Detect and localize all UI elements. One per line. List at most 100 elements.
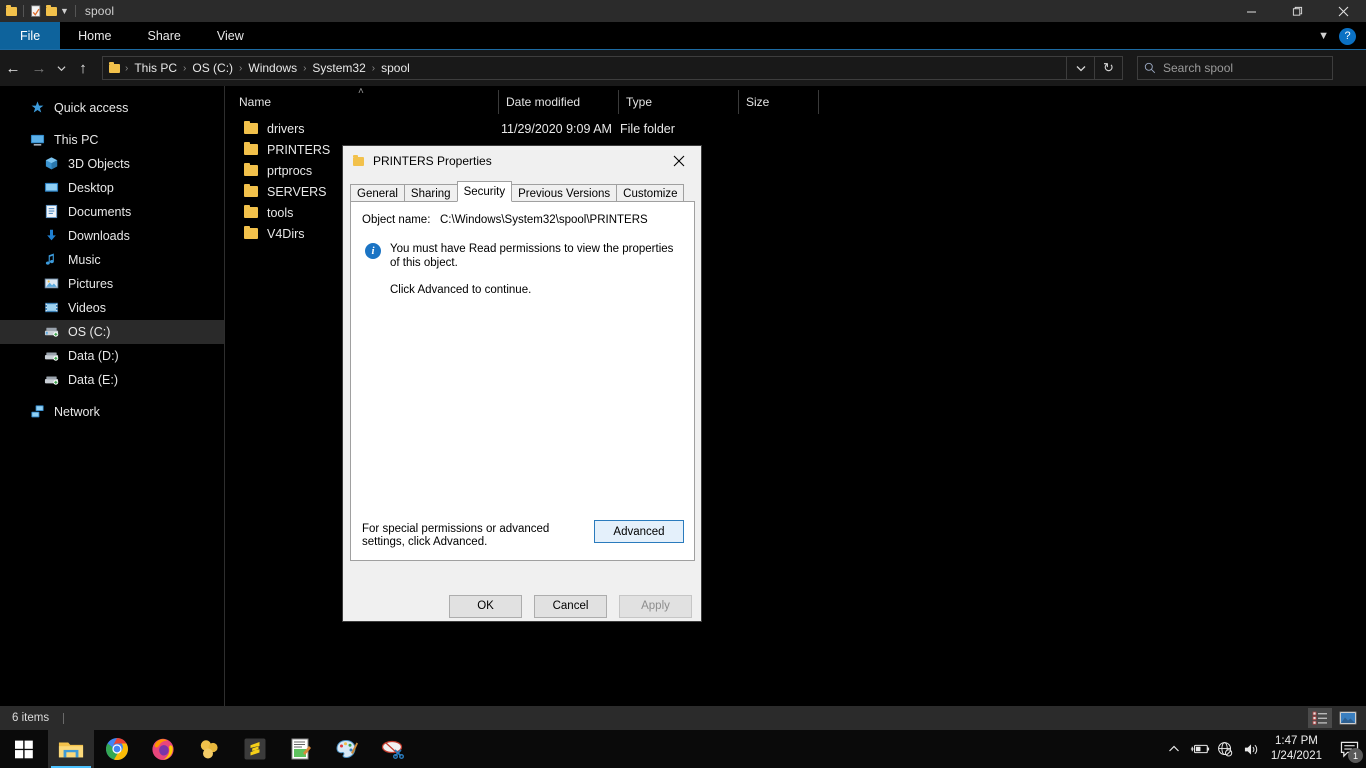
sidebar-item-data-e[interactable]: Data (E:)	[0, 368, 224, 392]
start-button[interactable]	[0, 730, 48, 768]
download-icon	[44, 228, 60, 244]
column-header-date-modified[interactable]: Date modified	[498, 90, 618, 114]
ribbon-right-controls: ▼ ?	[1318, 22, 1362, 50]
tab-customize[interactable]: Customize	[616, 184, 685, 202]
maximize-button[interactable]	[1274, 0, 1320, 22]
column-header-size[interactable]: Size	[738, 90, 818, 114]
expand-ribbon-chevron-down-icon[interactable]: ▼	[1318, 30, 1329, 42]
breadcrumb-item-this-pc[interactable]: This PC	[129, 61, 182, 75]
globe-no-internet-icon[interactable]	[1213, 730, 1239, 768]
permissions-info-text: You must have Read permissions to view t…	[390, 243, 674, 269]
column-header-name[interactable]: Name ˄	[232, 86, 498, 114]
large-icons-view-icon[interactable]	[1336, 708, 1360, 728]
sidebar-item-music[interactable]: Music	[0, 248, 224, 272]
sidebar-item-desktop[interactable]: Desktop	[0, 176, 224, 200]
cancel-button[interactable]: Cancel	[534, 594, 607, 618]
sidebar-item-label: This PC	[54, 133, 99, 147]
permissions-info-block: i You must have Read permissions to view…	[351, 226, 694, 270]
drive-icon	[44, 372, 60, 388]
taskbar-item-paint[interactable]	[324, 730, 370, 768]
properties-icon[interactable]	[30, 4, 43, 18]
taskbar-item-mysql-workbench[interactable]	[186, 730, 232, 768]
folder-icon[interactable]	[6, 4, 17, 16]
taskbar-item-snipping-tool[interactable]	[370, 730, 416, 768]
tab-general[interactable]: General	[350, 184, 405, 202]
sidebar-item-label: Quick access	[54, 101, 129, 115]
breadcrumb-item-system32[interactable]: System32	[307, 61, 370, 75]
file-name-label: SERVERS	[267, 184, 327, 199]
address-history-chevron-down-icon[interactable]	[1067, 56, 1095, 80]
table-row[interactable]: drivers 11/29/2020 9:09 AM File folder	[232, 118, 1362, 139]
recent-locations-chevron-down-icon[interactable]	[52, 55, 70, 81]
file-name-label: tools	[267, 205, 294, 220]
file-date-cell: 11/29/2020 9:09 AM	[501, 121, 612, 136]
help-button[interactable]: ?	[1339, 27, 1356, 45]
ribbon-tab-view[interactable]: View	[199, 22, 262, 50]
qat-divider	[23, 5, 24, 17]
sidebar-item-downloads[interactable]: Downloads	[0, 224, 224, 248]
window-controls	[1228, 0, 1366, 22]
speaker-icon[interactable]	[1239, 730, 1265, 768]
clock-date: 1/24/2021	[1270, 750, 1322, 762]
battery-charging-icon[interactable]	[1187, 730, 1213, 768]
sidebar-item-videos[interactable]: Videos	[0, 296, 224, 320]
new-folder-icon[interactable]	[46, 4, 57, 16]
sidebar-item-quick-access[interactable]: Quick access	[0, 96, 224, 120]
customize-qat-chevron-icon[interactable]: ▼	[60, 6, 69, 16]
dialog-close-button[interactable]	[657, 146, 701, 176]
forward-button[interactable]: →	[26, 55, 52, 81]
advanced-button[interactable]: Advanced	[594, 520, 684, 543]
file-name-cell[interactable]: drivers	[232, 121, 498, 136]
up-button[interactable]: ↑	[70, 55, 96, 81]
ok-button[interactable]: OK	[449, 594, 522, 618]
ribbon-tab-file[interactable]: File	[0, 22, 61, 50]
sidebar-item-network[interactable]: Network	[0, 400, 224, 424]
file-name-label: drivers	[267, 121, 305, 136]
breadcrumb-item-os-c[interactable]: OS (C:)	[187, 61, 238, 75]
close-button[interactable]	[1320, 0, 1366, 22]
column-header-empty	[818, 90, 1362, 114]
info-icon: i	[365, 243, 381, 259]
ribbon-tab-share[interactable]: Share	[130, 22, 199, 50]
breadcrumb-item-spool[interactable]: spool	[376, 61, 415, 75]
dialog-footer: OK Cancel Apply	[343, 589, 701, 623]
sidebar-item-pictures[interactable]: Pictures	[0, 272, 224, 296]
breadcrumb[interactable]: › This PC › OS (C:) › Windows › System32…	[102, 56, 1067, 80]
taskbar-item-notepad-plus-plus[interactable]	[278, 730, 324, 768]
tab-sharing[interactable]: Sharing	[403, 184, 458, 202]
file-name-label: V4Dirs	[267, 226, 305, 241]
title-bar: ▼ spool	[0, 0, 1366, 22]
action-center-button[interactable]: 1	[1332, 730, 1366, 768]
sidebar-item-os-c[interactable]: OS (C:)	[0, 320, 224, 344]
refresh-icon[interactable]: ↻	[1095, 56, 1123, 80]
cube-icon	[44, 156, 60, 172]
folder-icon	[353, 154, 364, 166]
sidebar-item-3d-objects[interactable]: 3D Objects	[0, 152, 224, 176]
tab-previous-versions[interactable]: Previous Versions	[511, 184, 618, 202]
taskbar-item-mozilla-firefox[interactable]	[140, 730, 186, 768]
folder-icon	[244, 142, 258, 155]
ribbon-tab-home[interactable]: Home	[60, 22, 129, 50]
sort-ascending-icon: ˄	[358, 86, 364, 97]
search-input[interactable]: Search spool	[1137, 56, 1333, 80]
minimize-button[interactable]	[1228, 0, 1274, 22]
taskbar-item-file-explorer[interactable]	[48, 730, 94, 768]
taskbar-item-google-chrome[interactable]	[94, 730, 140, 768]
back-button[interactable]: ←	[0, 55, 26, 81]
picture-icon	[44, 276, 60, 292]
pane-divider[interactable]	[224, 86, 225, 706]
clock[interactable]: 1:47 PM 1/24/2021	[1265, 734, 1332, 764]
sidebar-item-documents[interactable]: Documents	[0, 200, 224, 224]
file-name-label: PRINTERS	[267, 142, 331, 157]
taskbar-item-sublime-text[interactable]	[232, 730, 278, 768]
folder-icon	[244, 121, 258, 134]
column-header-row: Name ˄ Date modified Type Size	[232, 86, 1362, 114]
sidebar-item-data-d[interactable]: Data (D:)	[0, 344, 224, 368]
show-hidden-icons-chevron-up-icon[interactable]	[1161, 730, 1187, 768]
tab-security[interactable]: Security	[456, 181, 513, 202]
breadcrumb-item-windows[interactable]: Windows	[243, 61, 302, 75]
sidebar-item-this-pc[interactable]: This PC	[0, 128, 224, 152]
object-name-row: Object name: C:\Windows\System32\spool\P…	[351, 202, 694, 226]
details-view-icon[interactable]	[1308, 708, 1332, 728]
column-header-type[interactable]: Type	[618, 90, 738, 114]
